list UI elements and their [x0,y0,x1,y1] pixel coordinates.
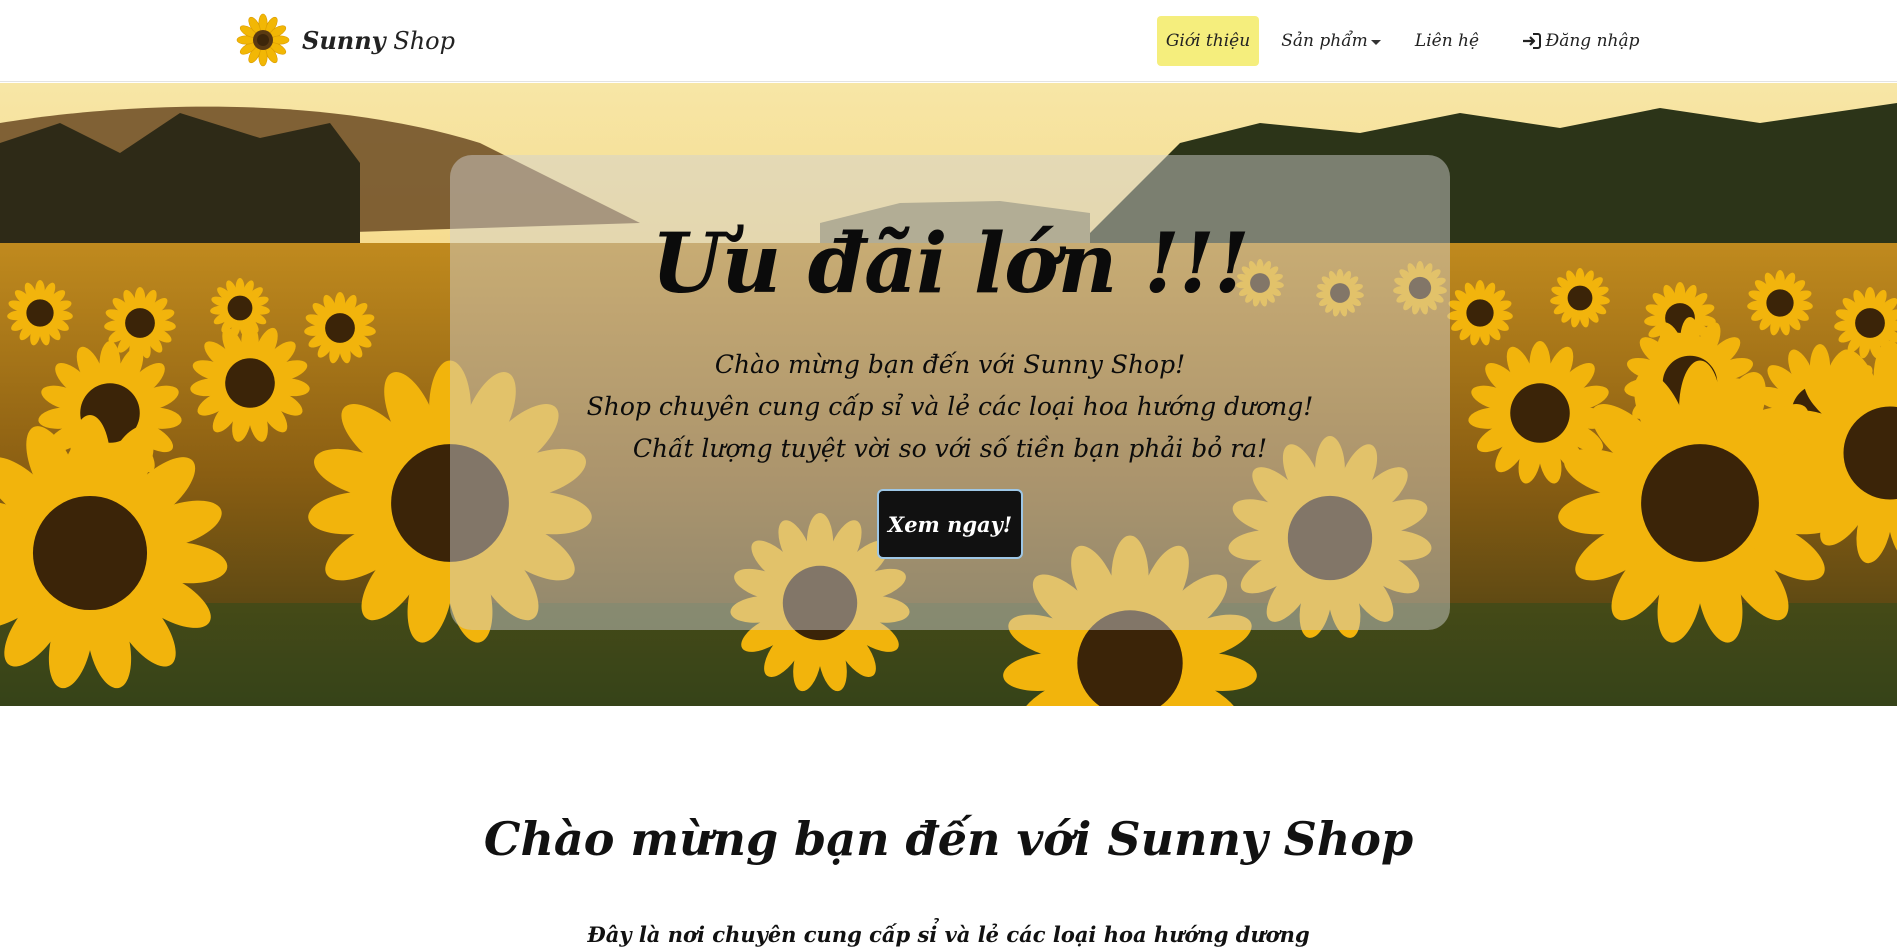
hero-title: Ưu đãi lớn !!! [651,216,1250,312]
welcome-subtitle: Đây là nơi chuyên cung cấp sỉ và lẻ các … [587,922,1310,947]
main-nav: Giới thiệu Sản phẩm Liên hệ Đăng nhập [0,16,1897,66]
nav-item-contact-label: Liên hệ [1414,31,1480,51]
view-now-button[interactable]: Xem ngay! [877,489,1023,559]
nav-item-products[interactable]: Sản phẩm [1278,16,1384,66]
nav-item-intro[interactable]: Giới thiệu [1157,16,1259,66]
hero-line-supply: Shop chuyên cung cấp sỉ và lẻ các loại h… [586,392,1314,421]
welcome-title: Chào mừng bạn đến với Sunny Shop [483,812,1414,867]
hero-card: Ưu đãi lớn !!! Chào mừng bạn đến với Sun… [450,155,1450,630]
nav-item-login-label: Đăng nhập [1545,31,1640,51]
hero-line-welcome: Chào mừng bạn đến với Sunny Shop! [714,350,1186,379]
nav-item-login[interactable]: Đăng nhập [1520,16,1642,66]
nav-item-intro-label: Giới thiệu [1165,31,1251,51]
hero-banner: Ưu đãi lớn !!! Chào mừng bạn đến với Sun… [0,83,1897,706]
nav-item-contact[interactable]: Liên hệ [1412,16,1482,66]
nav-item-products-label: Sản phẩm [1281,31,1368,51]
navbar: Sunny Shop Giới thiệu Sản phẩm Liên hệ Đ… [0,0,1897,82]
caret-down-icon [1370,40,1381,45]
sign-in-icon [1523,33,1542,49]
hero-line-quality: Chất lượng tuyệt vời so với số tiền bạn … [632,434,1268,463]
